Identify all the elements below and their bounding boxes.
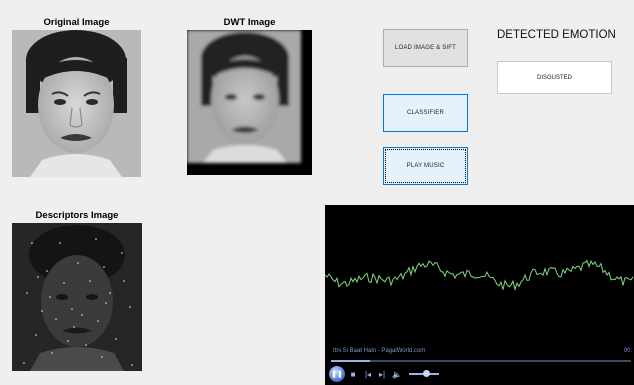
seek-bar[interactable] [331,360,631,362]
stop-icon[interactable]: ■ [348,367,358,381]
seek-progress [331,360,370,362]
original-image-label: Original Image [43,17,110,28]
detected-emotion-value: DISGUSTED [497,61,612,94]
dwt-image-label: DWT Image [223,17,276,28]
classifier-button[interactable]: CLASSIFIER [383,94,468,132]
descriptors-image [12,223,142,371]
previous-icon[interactable]: |◂ [363,367,373,381]
original-image [12,30,141,177]
waveform-visualization [325,259,634,292]
media-player[interactable]: Itni Si Baat Hain - PagalWorld.com 00: ❚… [325,205,634,385]
play-music-button[interactable]: PLAY MUSIC [383,147,468,185]
pause-icon[interactable]: ❚❚ [329,366,345,382]
time-display: 00: [623,348,632,354]
track-title: Itni Si Baat Hain - PagalWorld.com [333,348,426,354]
next-icon[interactable]: ▸| [377,367,387,381]
load-image-sift-button[interactable]: LOAD IMAGE & SIFT [383,29,468,67]
descriptors-image-label: Descriptors Image [35,210,119,221]
volume-knob[interactable] [422,370,430,377]
detected-emotion-title: DETECTED EMOTION [497,29,616,41]
speaker-icon[interactable]: 🔈 [391,367,403,381]
dwt-image [187,30,312,175]
